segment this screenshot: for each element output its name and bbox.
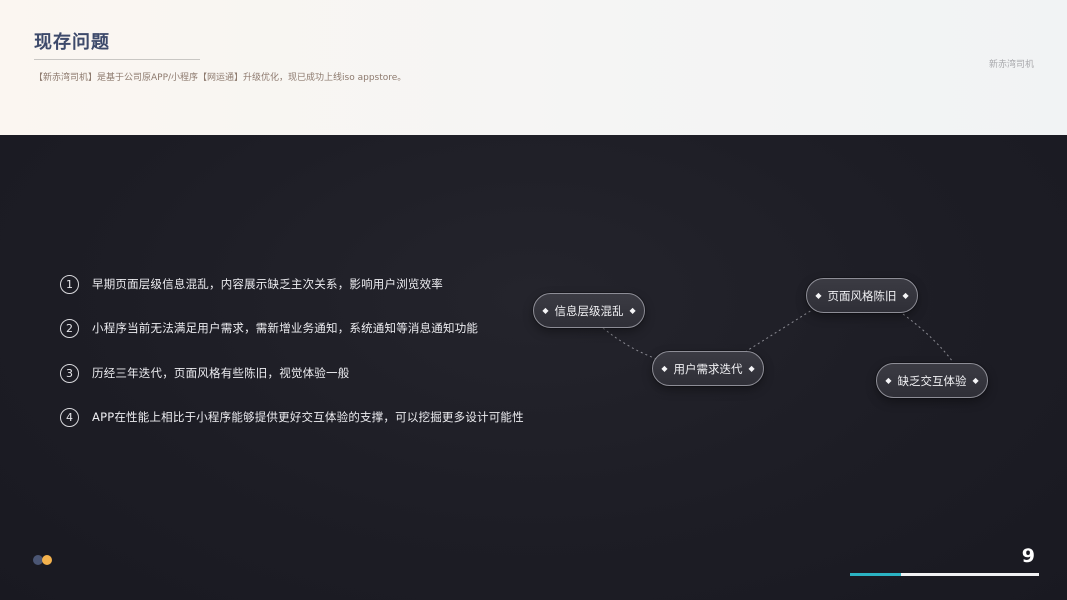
connector-line [744,309,813,353]
tag-label: 页面风格陈旧 [827,288,897,303]
page-number: 9 [1021,545,1035,567]
diamond-icon: ◆ [748,364,755,373]
diamond-icon: ◆ [629,306,636,315]
tag-label: 用户需求迭代 [673,361,743,376]
tag-pill: ◆ 页面风格陈旧 ◆ [806,278,918,313]
connector-line [602,327,661,361]
connector-line [902,313,954,363]
diamond-icon: ◆ [972,376,979,385]
diamond-icon: ◆ [902,291,909,300]
brand-dots [33,555,53,565]
tag-pill: ◆ 缺乏交互体验 ◆ [876,363,988,398]
tag-pill: ◆ 信息层级混乱 ◆ [533,293,645,328]
diamond-icon: ◆ [542,306,549,315]
progress-fill [850,573,902,576]
tag-pill: ◆ 用户需求迭代 ◆ [652,351,764,386]
diamond-icon: ◆ [661,364,668,373]
tag-label: 信息层级混乱 [554,303,624,318]
diamond-icon: ◆ [815,291,822,300]
dot-icon [42,555,52,565]
progress-bar [850,573,1039,576]
tag-label: 缺乏交互体验 [897,373,967,388]
diamond-icon: ◆ [885,376,892,385]
